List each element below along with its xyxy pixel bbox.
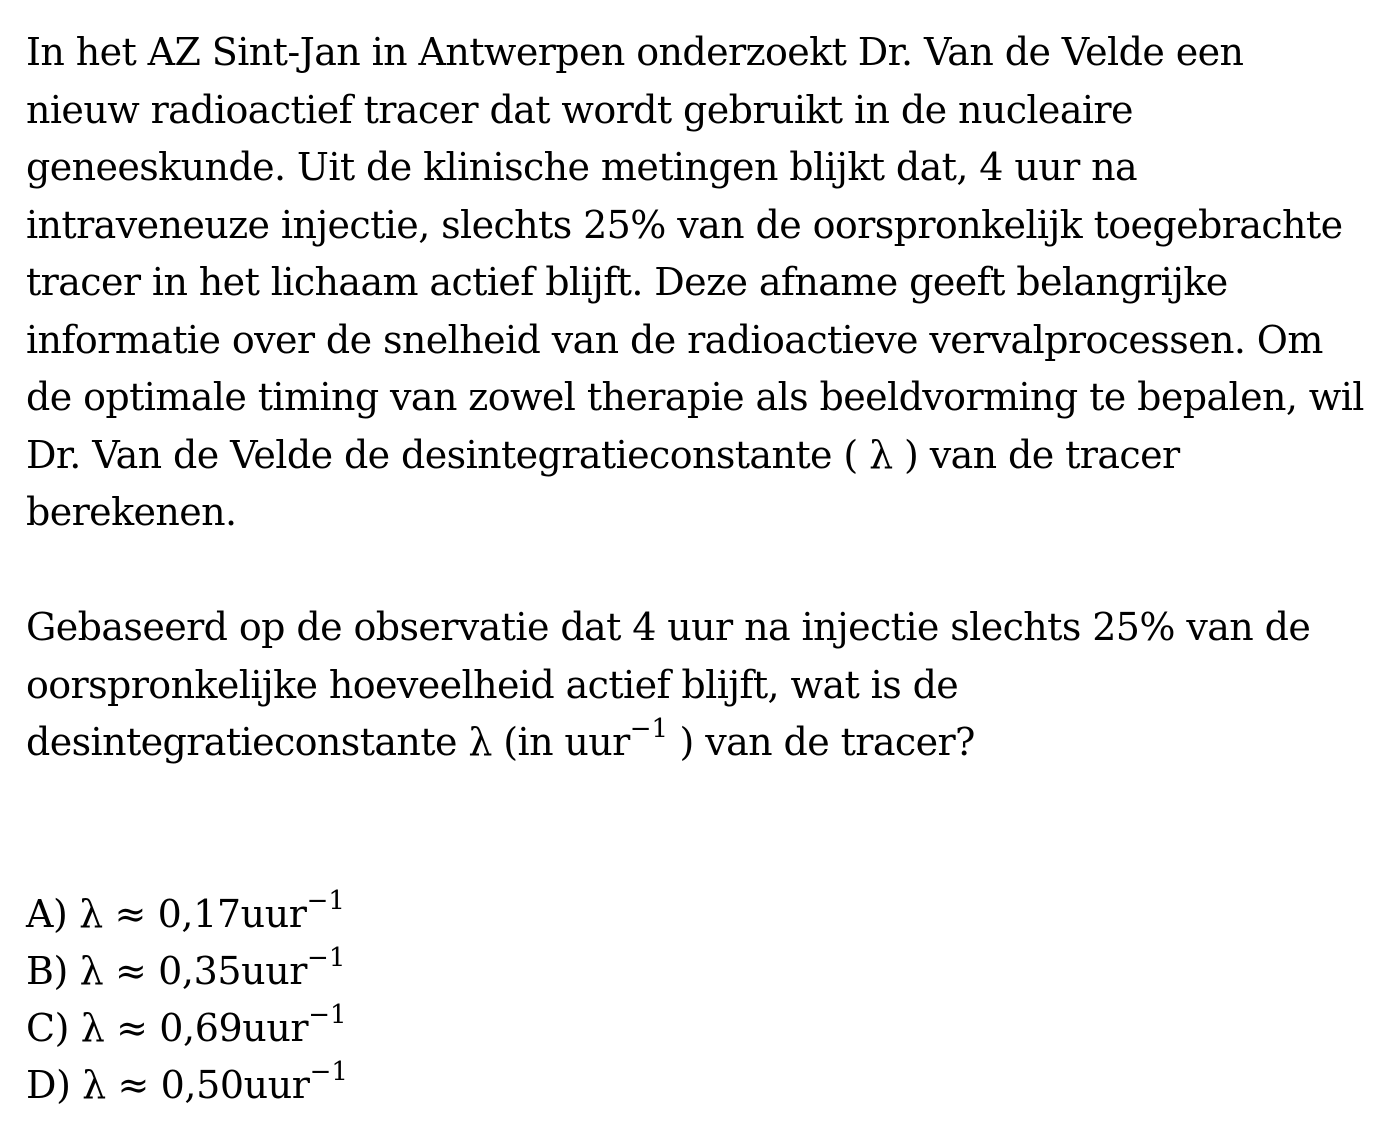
option-a[interactable]: A) λ ≈ 0,17uur−1 xyxy=(26,886,1366,943)
option-label: A) λ ≈ 0,17uur xyxy=(26,891,307,936)
answer-options: A) λ ≈ 0,17uur−1 B) λ ≈ 0,35uur−1 C) λ ≈… xyxy=(26,886,1366,1114)
option-b[interactable]: B) λ ≈ 0,35uur−1 xyxy=(26,943,1366,1000)
option-label: C) λ ≈ 0,69uur xyxy=(26,1005,309,1050)
question-document: In het AZ Sint-Jan in Antwerpen onderzoe… xyxy=(26,24,1366,1114)
question-exponent: −1 xyxy=(629,714,669,745)
option-d[interactable]: D) λ ≈ 0,50uur−1 xyxy=(26,1057,1366,1114)
question-text-end: ) van de tracer? xyxy=(668,720,976,764)
option-label: D) λ ≈ 0,50uur xyxy=(26,1062,310,1107)
question-paragraph: Gebaseerd op de observatie dat 4 uur na … xyxy=(26,599,1366,772)
option-exponent: −1 xyxy=(308,999,347,1030)
option-c[interactable]: C) λ ≈ 0,69uur−1 xyxy=(26,1000,1366,1057)
option-exponent: −1 xyxy=(309,1056,348,1087)
option-label: B) λ ≈ 0,35uur xyxy=(26,948,308,993)
option-exponent: −1 xyxy=(306,885,345,916)
option-exponent: −1 xyxy=(307,942,346,973)
intro-paragraph: In het AZ Sint-Jan in Antwerpen onderzoe… xyxy=(26,30,1364,534)
